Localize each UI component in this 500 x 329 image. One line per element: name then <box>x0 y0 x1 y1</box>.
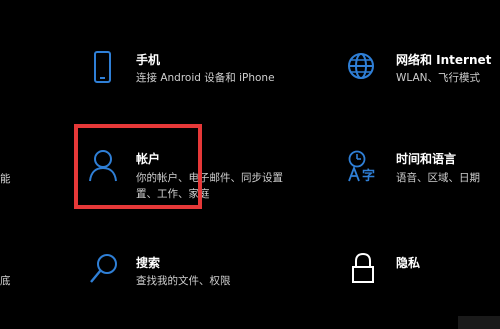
settings-tile-network[interactable]: 网络和 Internet WLAN、飞行模式 <box>342 44 500 94</box>
tile-title: 搜索 <box>136 256 161 270</box>
tile-title: 隐私 <box>396 256 421 270</box>
tile-description: 连接 Android 设备和 iPhone <box>136 72 275 84</box>
tile-description: 查找我的文件、权限 <box>136 275 231 287</box>
tile-title: 网络和 Internet <box>396 53 492 67</box>
bottom-edge-bar <box>458 316 500 329</box>
phone-icon <box>94 51 111 83</box>
left-edge-label-2: 底 <box>0 275 11 287</box>
svg-text:字: 字 <box>362 168 375 184</box>
tile-description: WLAN、飞行模式 <box>396 72 481 84</box>
tile-title: 时间和语言 <box>396 152 457 166</box>
left-edge-label-1: 能 <box>0 173 11 185</box>
settings-page: 能 底 手机 连接 Android 设备和 iPhone 网络和 Interne… <box>0 0 500 329</box>
tile-title: 手机 <box>136 53 161 67</box>
highlight-box <box>74 124 202 209</box>
settings-tile-privacy[interactable]: 隐私 <box>342 246 500 296</box>
lock-icon <box>352 252 374 283</box>
search-icon <box>90 254 117 283</box>
time-language-icon: 字 <box>348 150 375 184</box>
globe-icon <box>348 53 374 79</box>
settings-tile-time-language[interactable]: 字 时间和语言 语音、区域、日期 <box>342 142 500 204</box>
settings-tile-phone[interactable]: 手机 连接 Android 设备和 iPhone <box>82 44 292 94</box>
tile-description: 语音、区域、日期 <box>396 172 480 184</box>
settings-tile-search[interactable]: 搜索 查找我的文件、权限 <box>82 246 292 296</box>
